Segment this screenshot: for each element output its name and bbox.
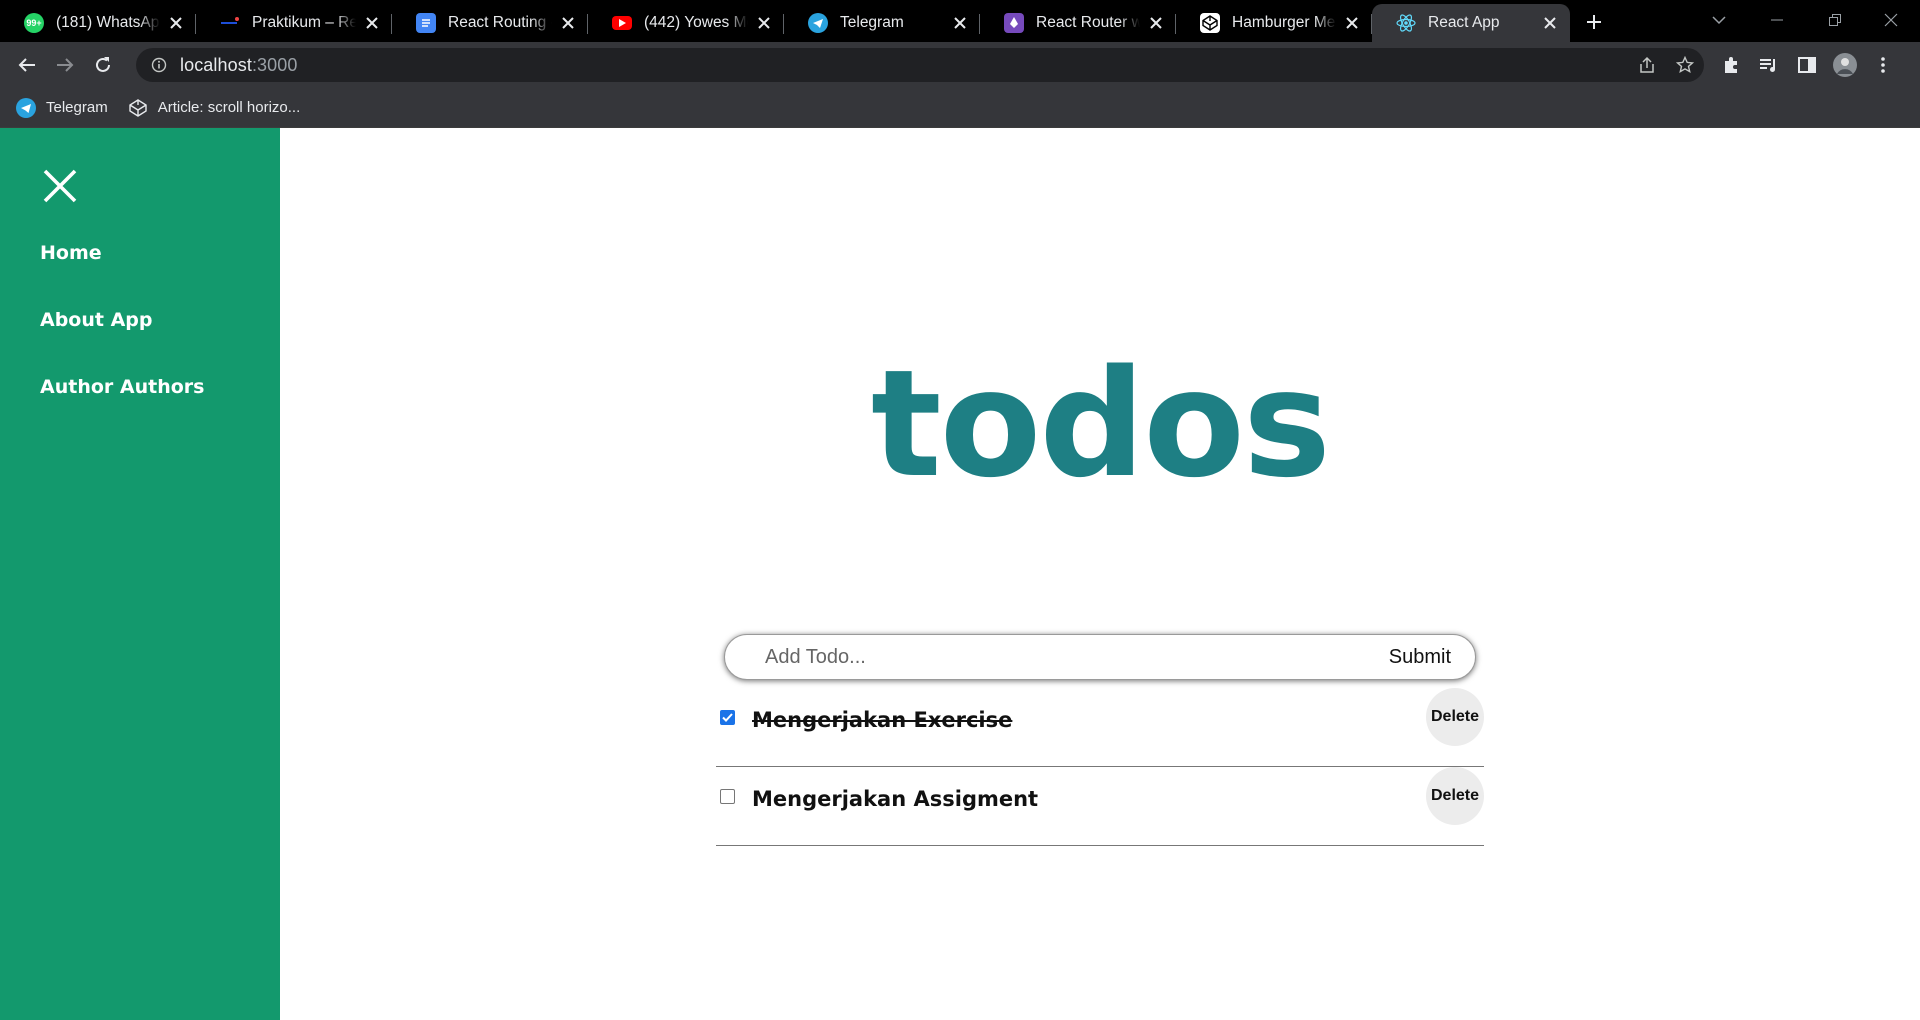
- page-content: Home About App Author Authors todos Subm…: [0, 128, 1920, 1020]
- bookmark-star-button[interactable]: [1666, 46, 1704, 84]
- whatsapp-icon: 99+: [24, 13, 44, 33]
- plus-icon: [1587, 15, 1601, 29]
- tab-whatsapp[interactable]: 99+ (181) WhatsApp: [0, 4, 196, 42]
- url-text: localhost:3000: [180, 55, 298, 76]
- todo-item: Mengerjakan Exercise Delete: [716, 688, 1484, 767]
- arrow-left-icon: [18, 58, 35, 72]
- todo-text: Mengerjakan Assigment: [752, 787, 1039, 811]
- sidebar-close-button[interactable]: [40, 166, 80, 206]
- arrow-right-icon: [57, 58, 74, 72]
- close-icon[interactable]: [166, 13, 186, 33]
- tab-praktikum[interactable]: Praktikum – React: [196, 4, 392, 42]
- tab-title: Hamburger Menu: [1232, 14, 1336, 31]
- rocket-icon: [1004, 13, 1024, 33]
- tab-title: (442) Yowes Mod: [644, 14, 748, 31]
- tab-youtube[interactable]: (442) Yowes Mod: [588, 4, 784, 42]
- star-icon: [1676, 56, 1694, 74]
- address-bar[interactable]: localhost:3000: [136, 48, 1704, 82]
- telegram-icon: [16, 97, 36, 118]
- sidebar-item-home[interactable]: Home: [40, 242, 102, 264]
- new-tab-button[interactable]: [1576, 4, 1612, 40]
- restore-icon: [1829, 14, 1841, 26]
- close-icon[interactable]: [1146, 13, 1166, 33]
- codepen-icon: [128, 98, 148, 118]
- back-button[interactable]: [8, 46, 46, 84]
- reload-icon: [96, 57, 110, 72]
- tab-strip: 99+ (181) WhatsApp Praktikum – React Rea…: [0, 0, 1920, 42]
- playlist-icon: [1760, 59, 1775, 72]
- add-todo-input[interactable]: [765, 637, 1389, 677]
- puzzle-icon: [1725, 57, 1737, 73]
- telegram-icon: [808, 13, 828, 33]
- praktikum-icon: [220, 13, 240, 33]
- tab-title: React Router with: [1036, 14, 1140, 31]
- share-button[interactable]: [1628, 46, 1666, 84]
- url-host: localhost: [180, 54, 252, 75]
- todo-checkbox[interactable]: [720, 789, 735, 804]
- tab-title: Praktikum – React: [252, 14, 356, 31]
- restore-button[interactable]: [1806, 0, 1864, 40]
- docs-icon: [416, 13, 436, 33]
- add-todo-form: Submit: [724, 634, 1476, 680]
- info-icon[interactable]: [148, 57, 170, 73]
- minimize-button[interactable]: [1748, 0, 1806, 40]
- tab-title: (181) WhatsApp: [56, 14, 160, 31]
- bookmarks-bar: Telegram Article: scroll horizo...: [0, 88, 1920, 128]
- bookmark-telegram[interactable]: Telegram: [16, 97, 108, 118]
- sidebar-item-about-app[interactable]: About App: [40, 309, 153, 331]
- address-bar-actions: [1628, 48, 1704, 82]
- todo-text: Mengerjakan Exercise: [752, 708, 1013, 732]
- close-icon[interactable]: [950, 13, 970, 33]
- bookmark-label: Telegram: [46, 99, 108, 116]
- reload-button[interactable]: [84, 46, 122, 84]
- todo-list: Mengerjakan Exercise Delete Mengerjakan …: [716, 688, 1484, 846]
- react-icon: [1396, 13, 1416, 33]
- submit-button[interactable]: Submit: [1389, 646, 1451, 669]
- todo-checkbox[interactable]: [720, 710, 735, 725]
- codepen-icon: [1200, 13, 1220, 33]
- share-icon: [1640, 56, 1654, 73]
- tab-hamburger-menu[interactable]: Hamburger Menu: [1176, 4, 1372, 42]
- close-icon: [1884, 13, 1898, 27]
- sidebar-item-author[interactable]: Author Authors: [40, 376, 204, 398]
- more-vert-icon: [1881, 57, 1885, 73]
- page-title: todos: [870, 338, 1331, 510]
- side-panel-icon: [1798, 57, 1816, 73]
- close-icon[interactable]: [1540, 13, 1560, 33]
- tab-title: Telegram: [840, 14, 904, 31]
- forward-button[interactable]: [46, 46, 84, 84]
- delete-button[interactable]: Delete: [1426, 767, 1484, 825]
- window-close-button[interactable]: [1862, 0, 1920, 40]
- media-button[interactable]: [1750, 46, 1788, 84]
- tab-react-app[interactable]: React App: [1372, 4, 1570, 42]
- extensions-button[interactable]: [1712, 46, 1750, 84]
- sidebar: Home About App Author Authors: [0, 128, 280, 1020]
- delete-button[interactable]: Delete: [1426, 688, 1484, 746]
- tab-react-routing[interactable]: React Routing - G: [392, 4, 588, 42]
- close-icon: [43, 169, 77, 203]
- tab-title: React Routing - G: [448, 14, 552, 31]
- tab-react-router[interactable]: React Router with: [980, 4, 1176, 42]
- close-icon[interactable]: [754, 13, 774, 33]
- close-icon[interactable]: [362, 13, 382, 33]
- checkmark-icon: [722, 713, 733, 722]
- browser-toolbar: localhost:3000: [0, 42, 1920, 88]
- toolbar-right: [1712, 46, 1902, 84]
- close-icon[interactable]: [1342, 13, 1362, 33]
- close-icon[interactable]: [558, 13, 578, 33]
- minimize-icon: [1771, 19, 1783, 21]
- bookmark-label: Article: scroll horizo...: [157, 99, 301, 116]
- youtube-icon: [612, 16, 632, 30]
- side-panel-button[interactable]: [1788, 46, 1826, 84]
- tab-title: React App: [1428, 14, 1500, 31]
- avatar: [1833, 53, 1857, 77]
- tab-search-button[interactable]: [1690, 0, 1748, 40]
- bookmark-article[interactable]: Article: scroll horizo...: [128, 98, 301, 118]
- chevron-down-icon: [1712, 16, 1726, 25]
- url-port: :3000: [251, 54, 298, 75]
- todo-item: Mengerjakan Assigment Delete: [716, 767, 1484, 846]
- menu-button[interactable]: [1864, 46, 1902, 84]
- tab-telegram[interactable]: Telegram: [784, 4, 980, 42]
- profile-button[interactable]: [1826, 46, 1864, 84]
